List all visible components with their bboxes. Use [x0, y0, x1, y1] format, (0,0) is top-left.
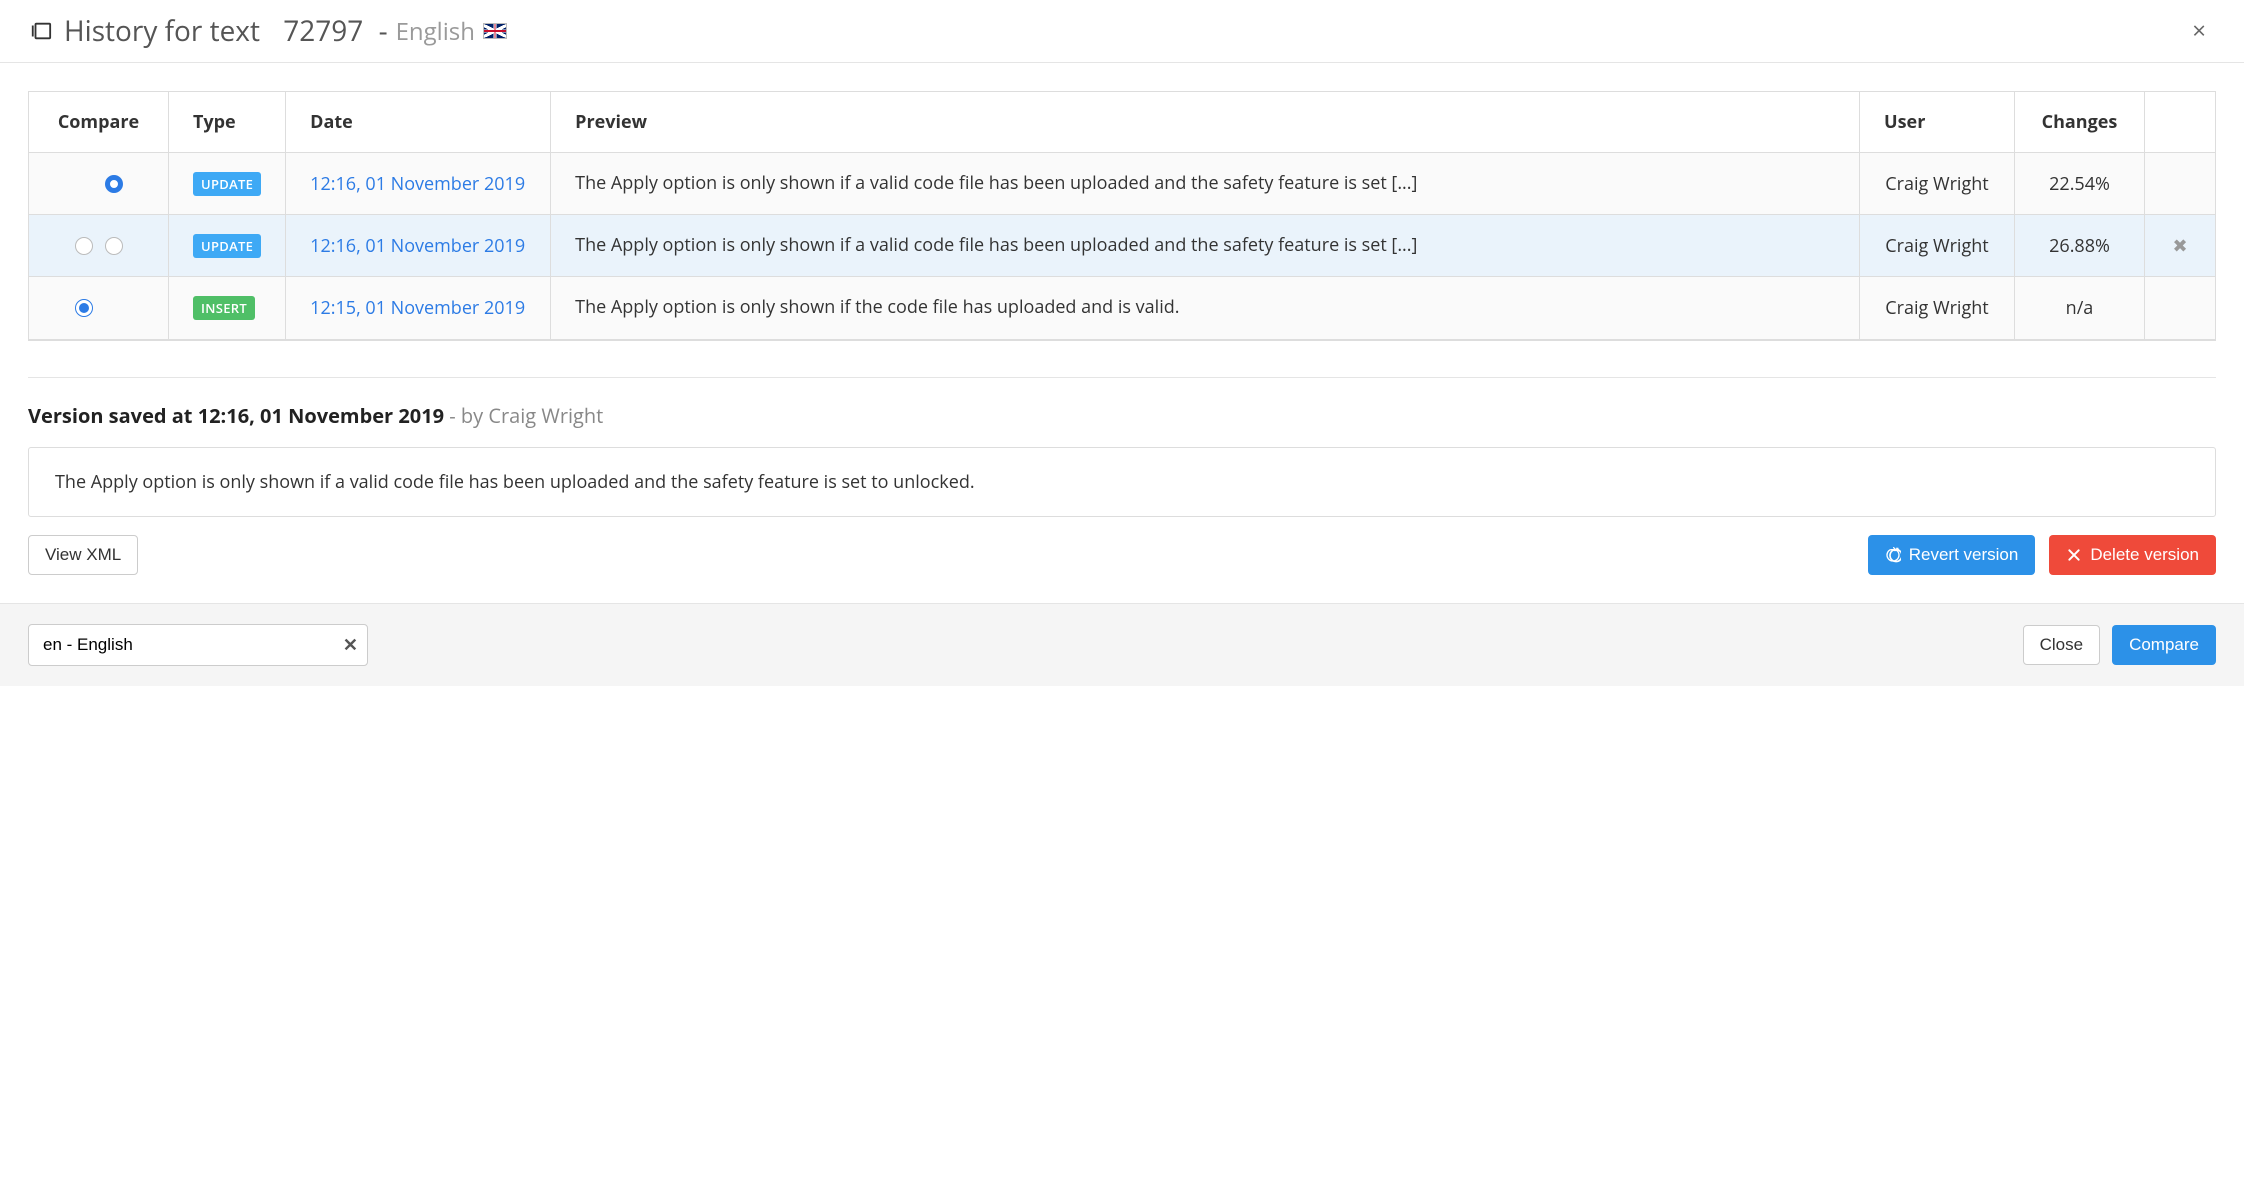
close-button[interactable]: Close: [2023, 625, 2100, 665]
delete-icon: [2066, 547, 2082, 563]
compare-button[interactable]: Compare: [2112, 625, 2216, 665]
close-icon[interactable]: ×: [2184, 15, 2214, 47]
col-header-preview: Preview: [551, 92, 1860, 153]
changes-cell: n/a: [2015, 277, 2145, 339]
language-select-input[interactable]: [28, 624, 368, 666]
compare-radio-a[interactable]: [75, 237, 93, 255]
compare-radio-b[interactable]: [105, 237, 123, 255]
separator: [28, 377, 2216, 378]
language-label: English: [396, 15, 475, 48]
version-title: Version saved at 12:16, 01 November 2019…: [28, 402, 2216, 429]
type-badge: INSERT: [193, 296, 255, 320]
compare-radio-a[interactable]: [75, 299, 93, 317]
version-date-link[interactable]: 12:15, 01 November 2019: [310, 296, 525, 320]
col-header-changes: Changes: [2015, 92, 2145, 153]
history-table: Compare Type Date Preview User Changes U…: [28, 91, 2216, 341]
changes-cell: 22.54%: [2015, 153, 2145, 215]
col-header-compare: Compare: [29, 92, 169, 153]
clear-icon[interactable]: ✕: [343, 633, 358, 657]
table-row[interactable]: UPDATE 12:16, 01 November 2019 The Apply o…: [29, 215, 2215, 277]
dialog-footer: ✕ Close Compare: [0, 603, 2244, 686]
preview-text: The Apply option is only shown if a vali…: [551, 215, 1860, 277]
language-select[interactable]: ✕: [28, 624, 368, 666]
type-badge: UPDATE: [193, 234, 261, 258]
user-cell: Craig Wright: [1860, 153, 2015, 215]
view-xml-button[interactable]: View XML: [28, 535, 138, 575]
delete-row-icon[interactable]: ✖: [2172, 234, 2187, 258]
user-cell: Craig Wright: [1860, 215, 2015, 277]
dialog-header: History for text 72797 - English ×: [0, 0, 2244, 63]
version-byline: - by Craig Wright: [449, 402, 603, 429]
col-header-user: User: [1860, 92, 2015, 153]
history-dialog: History for text 72797 - English × Compa…: [0, 0, 2244, 686]
dialog-title: History for text 72797 - English: [64, 12, 507, 50]
col-header-type: Type: [169, 92, 286, 153]
uk-flag-icon: [483, 23, 507, 39]
version-date-link[interactable]: 12:16, 01 November 2019: [310, 234, 525, 258]
revert-version-button[interactable]: Revert version: [1868, 535, 2036, 575]
type-badge: UPDATE: [193, 172, 261, 196]
user-cell: Craig Wright: [1860, 277, 2015, 339]
col-header-actions: [2145, 92, 2215, 153]
table-row[interactable]: UPDATE 12:16, 01 November 2019 The Apply o…: [29, 153, 2215, 215]
revert-icon: [1885, 547, 1901, 563]
version-date-link[interactable]: 12:16, 01 November 2019: [310, 172, 525, 196]
compare-radio-b[interactable]: [105, 175, 123, 193]
text-block-icon: [30, 20, 52, 42]
changes-cell: 26.88%: [2015, 215, 2145, 277]
version-content: The Apply option is only shown if a vali…: [28, 447, 2216, 517]
preview-text: The Apply option is only shown if a vali…: [551, 153, 1860, 215]
table-row[interactable]: INSERT 12:15, 01 November 2019 The Apply o…: [29, 277, 2215, 339]
preview-text: The Apply option is only shown if the co…: [551, 277, 1860, 339]
col-header-date: Date: [286, 92, 551, 153]
delete-version-button[interactable]: Delete version: [2049, 535, 2216, 575]
